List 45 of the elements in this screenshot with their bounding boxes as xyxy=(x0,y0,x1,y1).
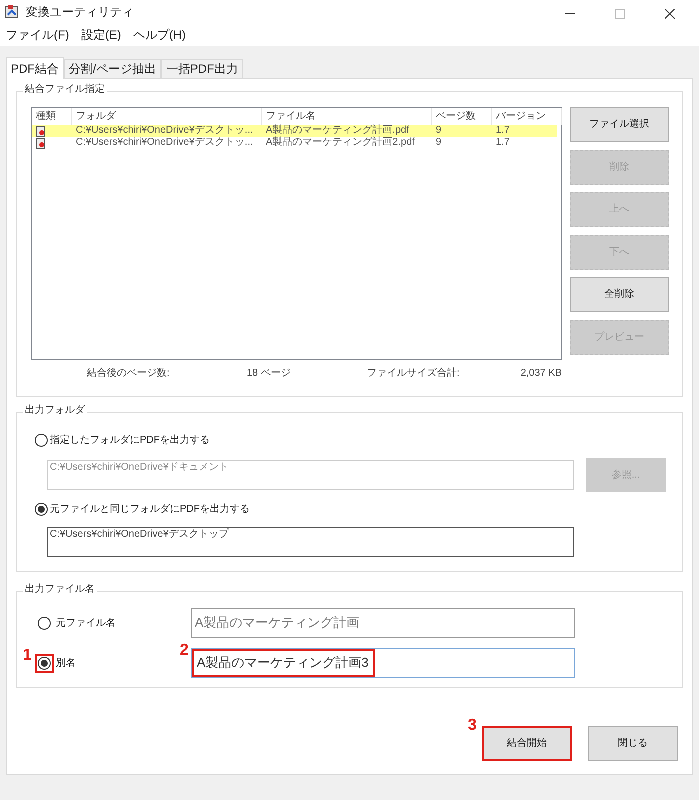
tab[interactable]: 一括PDF出力 xyxy=(161,59,244,78)
side-button[interactable]: ファイル選択 xyxy=(570,107,669,142)
field-text: A製品のマーケティング計画 xyxy=(195,614,360,632)
radio-button[interactable] xyxy=(38,656,51,670)
table-cell-text: 1.7 xyxy=(495,137,511,149)
table-cell-text: C:¥Users¥chiri¥OneDrive¥デスクトッ... xyxy=(75,125,254,137)
menu-item[interactable]: ファイル(F) xyxy=(6,26,70,44)
group-title: 出力フォルダ xyxy=(23,406,87,416)
table-cell-text: A製品のマーケティング計画2.pdf xyxy=(265,137,416,149)
group-title: 結合ファイル指定 xyxy=(23,85,107,95)
app-icon xyxy=(4,4,20,20)
group-title: 出力ファイル名 xyxy=(23,585,97,595)
table-cell-text: 9 xyxy=(435,137,443,149)
radio-label: 指定したフォルダにPDFを出力する xyxy=(50,434,210,448)
file-row[interactable]: C:¥Users¥chiri¥OneDrive¥デスクトッ... A製品のマーケティング計画.pdf 9 1.7 xyxy=(32,125,557,137)
file-row[interactable]: C:¥Users¥chiri¥OneDrive¥デスクトッ... A製品のマーケティング計画2.pdf 9 1.7 xyxy=(32,137,557,149)
table-cell-text: C:¥Users¥chiri¥OneDrive¥デスクトッ... xyxy=(75,137,254,149)
close-icon[interactable] xyxy=(665,9,675,19)
side-button[interactable]: 全削除 xyxy=(570,277,669,312)
footer-button[interactable]: 閉じる xyxy=(588,726,678,761)
footer-button[interactable]: 結合開始 xyxy=(482,726,572,761)
tab[interactable]: PDF結合 xyxy=(6,57,64,79)
table-cell-text: 9 xyxy=(435,125,443,137)
page-count-value: 18 ページ xyxy=(247,367,292,381)
folder-path-field[interactable]: C:¥Users¥chiri¥OneDrive¥デスクトップ xyxy=(47,527,574,557)
radio-label: 元ファイルと同じフォルダにPDFを出力する xyxy=(50,502,250,517)
menu-item[interactable]: ヘルプ(H) xyxy=(133,26,186,44)
pdf-file-icon xyxy=(36,126,47,136)
table-cell-text: A製品のマーケティング計画.pdf xyxy=(265,125,410,136)
step-number: 3 xyxy=(468,718,477,734)
step-number: 1 xyxy=(23,648,32,664)
window-title: 変換ユーティリティ xyxy=(26,4,134,21)
radio-label: 元ファイル名 xyxy=(56,616,116,630)
page-count-label: 結合後のページ数: xyxy=(87,367,171,381)
table-cell-text: 1.7 xyxy=(495,125,511,137)
radio-button[interactable] xyxy=(35,503,48,516)
file-size-label: ファイルサイズ合計: xyxy=(367,366,460,381)
menu-item[interactable]: 設定(E) xyxy=(81,26,122,44)
radio-button[interactable] xyxy=(35,434,48,447)
pdf-file-icon xyxy=(36,138,47,148)
file-size-value: 2,037 KB xyxy=(520,367,562,381)
radio-label: 別名 xyxy=(56,656,76,670)
tab[interactable]: 分割/ページ抽出 xyxy=(64,59,162,78)
field-text: A製品のマーケティング計画3 xyxy=(197,654,369,672)
step-number: 2 xyxy=(180,643,189,659)
